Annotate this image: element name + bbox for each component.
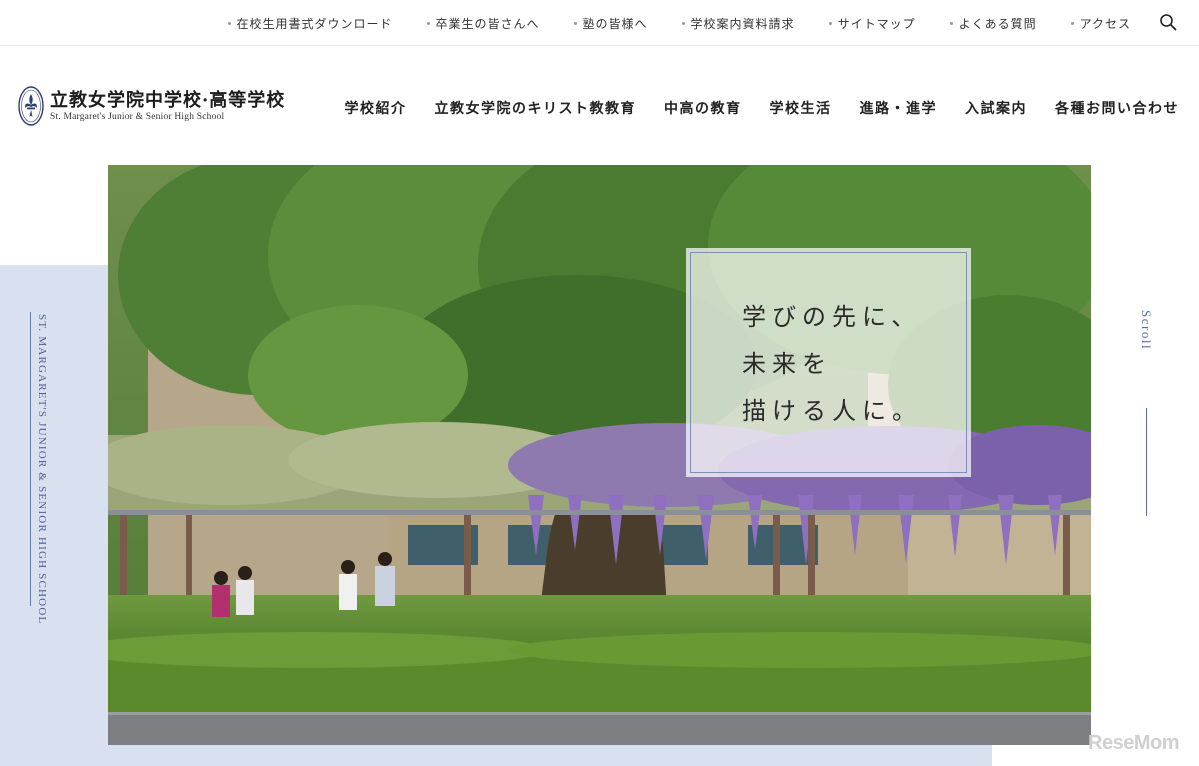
- bottom-accent-band: [108, 745, 992, 766]
- side-divider: [30, 312, 31, 606]
- util-link-label: 塾の皆様へ: [582, 17, 648, 31]
- util-link-label: 在校生用書式ダウンロード: [236, 17, 393, 31]
- bullet-icon: [573, 22, 577, 25]
- scroll-indicator-line: [1146, 408, 1147, 516]
- util-link-sitemap[interactable]: サイトマップ: [828, 15, 916, 32]
- bullet-icon: [828, 22, 832, 25]
- nav-contact[interactable]: 各種お問い合わせ: [1055, 98, 1179, 118]
- util-link-alumni[interactable]: 卒業生の皆さんへ: [426, 15, 540, 32]
- scroll-indicator-label[interactable]: Scroll: [1138, 310, 1154, 350]
- bullet-icon: [1070, 22, 1074, 25]
- bullet-icon: [949, 22, 953, 25]
- nav-education[interactable]: 中高の教育: [664, 98, 742, 118]
- left-accent-band: [0, 265, 108, 766]
- util-link-label: サイトマップ: [837, 17, 916, 31]
- tagline-box: 学びの先に、 未来を 描ける人に。: [686, 248, 971, 477]
- utility-bar: 在校生用書式ダウンロード 卒業生の皆さんへ 塾の皆様へ 学校案内資料請求 サイト…: [0, 0, 1199, 46]
- util-link-label: アクセス: [1079, 17, 1131, 31]
- util-link-brochure[interactable]: 学校案内資料請求: [681, 15, 795, 32]
- nav-christian-education[interactable]: 立教女学院のキリスト教教育: [435, 98, 637, 118]
- bullet-icon: [426, 22, 430, 25]
- util-link-access[interactable]: アクセス: [1070, 15, 1131, 32]
- school-logo[interactable]: 立教女学院中学校·高等学校 St. Margaret's Junior & Se…: [18, 86, 285, 126]
- tagline-line-2: 未来を: [742, 350, 832, 378]
- school-name-jp: 立教女学院中学校·高等学校: [50, 89, 286, 111]
- util-link-label: よくある質問: [958, 17, 1037, 31]
- bullet-icon: [681, 22, 685, 25]
- tagline-line-1: 学びの先に、: [742, 303, 922, 331]
- nav-school-life[interactable]: 学校生活: [770, 98, 832, 118]
- utility-links: 在校生用書式ダウンロード 卒業生の皆さんへ 塾の皆様へ 学校案内資料請求 サイト…: [194, 15, 1132, 32]
- resemom-watermark-logo: ReseMom: [1088, 732, 1179, 754]
- hero-tagline: 学びの先に、 未来を 描ける人に。: [742, 294, 922, 435]
- tagline-line-3: 描ける人に。: [742, 397, 922, 425]
- nav-admission[interactable]: 入試案内: [965, 98, 1027, 118]
- logo-text: 立教女学院中学校·高等学校 St. Margaret's Junior & Se…: [50, 89, 286, 122]
- util-link-juku[interactable]: 塾の皆様へ: [573, 15, 648, 32]
- nav-about[interactable]: 学校紹介: [345, 98, 407, 118]
- util-link-label: 卒業生の皆さんへ: [435, 17, 540, 31]
- util-link-download[interactable]: 在校生用書式ダウンロード: [227, 15, 393, 32]
- main-nav: 学校紹介 立教女学院のキリスト教教育 中高の教育 学校生活 進路・進学 入試案内…: [317, 98, 1180, 118]
- util-link-label: 学校案内資料請求: [690, 17, 795, 31]
- nav-career[interactable]: 進路・進学: [860, 98, 938, 118]
- school-name-en: St. Margaret's Junior & Senior High Scho…: [50, 111, 225, 122]
- side-school-label: ST. MARGARET'S JUNIOR & SENIOR HIGH SCHO…: [36, 314, 48, 625]
- search-icon[interactable]: [1159, 13, 1177, 31]
- bullet-icon: [227, 22, 231, 25]
- util-link-faq[interactable]: よくある質問: [949, 15, 1037, 32]
- fleur-de-lis-crest-icon: [18, 86, 44, 126]
